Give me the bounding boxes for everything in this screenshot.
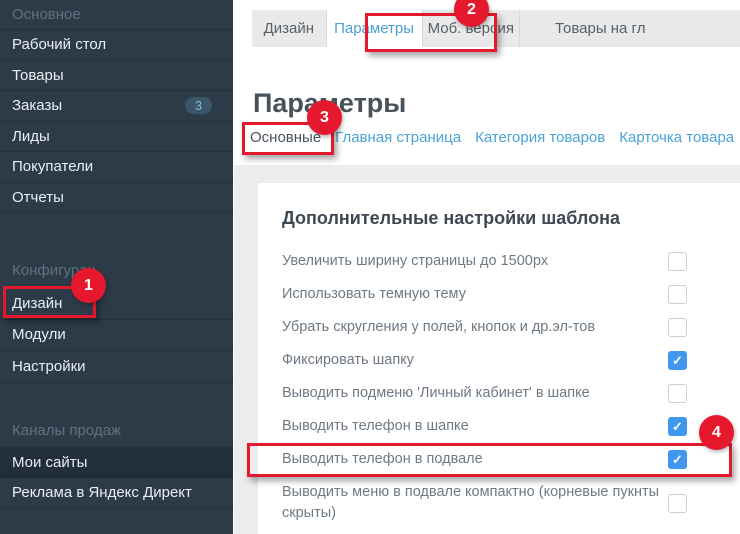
setting-row: Использовать темную тему xyxy=(282,284,740,305)
page-title: Параметры xyxy=(253,88,406,119)
setting-checkbox[interactable] xyxy=(668,318,687,337)
sidebar-section-main: Основное Рабочий стол Товары Заказы 3 Лиды Пок… xyxy=(0,0,233,213)
sidebar-item-label: Покупатели xyxy=(12,158,93,175)
sidebar-item-label: Мои сайты xyxy=(12,454,87,471)
sidebar-item-desktop[interactable]: Рабочий стол xyxy=(0,30,233,61)
setting-row: Выводить телефон в шапке xyxy=(282,416,740,437)
setting-label: Выводить меню в подвале компактно (корне… xyxy=(282,482,668,524)
subtab-product-category[interactable]: Категория товаров xyxy=(475,129,605,146)
settings-options-list: Увеличить ширину страницы до 1500px Испол… xyxy=(282,251,740,524)
main-content: ДизайнПараметрыМоб. версияТовары на гл П… xyxy=(233,0,740,534)
setting-label: Увеличить ширину страницы до 1500px xyxy=(282,251,668,272)
setting-label: Использовать темную тему xyxy=(282,284,668,305)
sidebar-item-label: Дизайн xyxy=(12,295,62,312)
sidebar-item-label: Реклама в Яндекс Директ xyxy=(12,484,192,501)
sidebar-item-my-sites[interactable]: Мои сайты xyxy=(0,448,233,479)
setting-row: Выводить телефон в подвале xyxy=(282,449,740,470)
setting-row: Выводить подменю 'Личный кабинет' в шапк… xyxy=(282,383,740,404)
settings-subtabs: Основные Главная страница Категория товаро… xyxy=(250,129,740,146)
sidebar-item-label: Рабочий стол xyxy=(12,36,106,53)
setting-row: Убрать скругления у полей, кнопок и др.э… xyxy=(282,317,740,338)
setting-row: Увеличить ширину страницы до 1500px xyxy=(282,251,740,272)
orders-count-badge: 3 xyxy=(185,97,212,114)
tab-products-on-main[interactable]: Товары на гл xyxy=(520,10,740,47)
sidebar-item-label: Модули xyxy=(12,326,66,343)
setting-label: Выводить подменю 'Личный кабинет' в шапк… xyxy=(282,383,668,404)
sidebar-item-label: Настройки xyxy=(12,358,86,375)
sidebar-item-modules[interactable]: Модули xyxy=(0,320,233,352)
sidebar-section-label: Конфигурац xyxy=(0,253,233,288)
setting-label: Убрать скругления у полей, кнопок и др.э… xyxy=(282,317,668,338)
sidebar: Основное Рабочий стол Товары Заказы 3 Лиды Пок… xyxy=(0,0,233,534)
sidebar-item-customers[interactable]: Покупатели xyxy=(0,152,233,183)
sidebar-item-reports[interactable]: Отчеты xyxy=(0,183,233,214)
subtab-home-page[interactable]: Главная страница xyxy=(335,129,461,146)
setting-label: Выводить телефон в шапке xyxy=(282,416,668,437)
design-tabbar: ДизайнПараметрыМоб. версияТовары на гл xyxy=(252,10,740,47)
tab-design[interactable]: Дизайн xyxy=(252,10,327,47)
card-heading: Дополнительные настройки шаблона xyxy=(282,208,740,228)
sidebar-section-configuration: Конфигурац Дизайн Модули Настройки xyxy=(0,253,233,383)
sidebar-item-label: Отчеты xyxy=(12,189,64,206)
subtab-main[interactable]: Основные xyxy=(250,129,321,146)
setting-label: Выводить телефон в подвале xyxy=(282,449,668,470)
sidebar-item-leads[interactable]: Лиды xyxy=(0,122,233,153)
setting-label: Фиксировать шапку xyxy=(282,350,668,371)
sidebar-item-label: Заказы xyxy=(12,97,62,114)
settings-zone: Дополнительные настройки шаблона Увеличи… xyxy=(234,165,740,534)
setting-checkbox[interactable] xyxy=(668,417,687,436)
admin-panel: Основное Рабочий стол Товары Заказы 3 Лиды Пок… xyxy=(0,0,740,534)
setting-row: Фиксировать шапку xyxy=(282,350,740,371)
setting-checkbox[interactable] xyxy=(668,351,687,370)
template-settings-card: Дополнительные настройки шаблона Увеличи… xyxy=(258,183,740,534)
setting-row: Выводить меню в подвале компактно (корне… xyxy=(282,482,740,524)
setting-checkbox[interactable] xyxy=(668,450,687,469)
sidebar-item-label: Товары xyxy=(12,67,64,84)
setting-checkbox[interactable] xyxy=(668,285,687,304)
sidebar-section-label: Основное xyxy=(0,0,233,30)
tab-mobile-version[interactable]: Моб. версия xyxy=(423,10,520,47)
sidebar-item-yandex-direct[interactable]: Реклама в Яндекс Директ xyxy=(0,478,233,509)
setting-checkbox[interactable] xyxy=(668,494,687,513)
tab-params[interactable]: Параметры xyxy=(327,10,423,47)
sidebar-item-label: Лиды xyxy=(12,128,50,145)
sidebar-section-sales-channels: Каналы продаж Мои сайты Реклама в Яндекс Д… xyxy=(0,414,233,509)
sidebar-item-products[interactable]: Товары xyxy=(0,61,233,92)
sidebar-item-settings[interactable]: Настройки xyxy=(0,351,233,383)
subtab-product-card[interactable]: Карточка товара xyxy=(619,129,734,146)
setting-checkbox[interactable] xyxy=(668,252,687,271)
sidebar-item-design[interactable]: Дизайн xyxy=(0,288,233,320)
setting-checkbox[interactable] xyxy=(668,384,687,403)
sidebar-section-label: Каналы продаж xyxy=(0,414,233,448)
sidebar-item-orders[interactable]: Заказы 3 xyxy=(0,91,233,122)
